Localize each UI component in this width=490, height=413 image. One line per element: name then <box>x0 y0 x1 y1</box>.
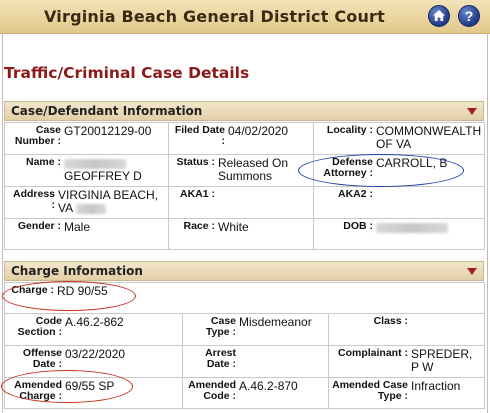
locality-value: COMMONWEALTH OF VA <box>376 124 482 151</box>
aka2-label: AKA2 : <box>337 188 373 200</box>
charge-section-header[interactable]: Charge Information <box>4 261 484 281</box>
case-type-value: Misdemeanor <box>239 315 312 329</box>
name-label: Name : <box>25 156 61 168</box>
section-title: Case/Defendant Information <box>11 104 203 118</box>
home-icon[interactable] <box>428 5 450 27</box>
case-section-header[interactable]: Case/Defendant Information <box>4 101 484 121</box>
right-border <box>487 34 488 413</box>
section-title: Charge Information <box>11 264 143 278</box>
offense-date-value: 03/22/2020 <box>65 347 126 361</box>
filed-date-value: 04/02/2020 <box>228 124 289 138</box>
charge-label: Charge : <box>11 284 54 296</box>
dob-label: DOB : <box>343 220 373 232</box>
name-value: GEOFFREY D <box>64 169 142 183</box>
charge-information-table: Charge : RD 90/55 Code Section : A.46.2-… <box>4 282 485 409</box>
help-icon[interactable]: ? <box>458 5 480 27</box>
court-title: Virginia Beach General District Court <box>44 7 385 26</box>
collapse-triangle-icon[interactable] <box>467 268 477 275</box>
case-type-label: Case Type : <box>205 315 236 338</box>
aka1-label: AKA1 : <box>179 188 215 200</box>
address-value: VIRGINIA BEACH, VA <box>58 188 159 215</box>
filed-date-label: Filed Date : <box>174 124 225 147</box>
amended-case-type-value: Infraction <box>411 379 461 393</box>
race-label: Race : <box>183 220 215 232</box>
code-section-value: A.46.2-862 <box>65 315 124 329</box>
amended-case-type-label: Amended Case Type : <box>332 379 408 402</box>
code-section-label: Code Section : <box>17 315 62 338</box>
app-header: Virginia Beach General District Court ? <box>0 0 490 34</box>
case-number-label: Case Number : <box>14 124 61 147</box>
status-label: Status : <box>176 156 215 168</box>
gender-label: Gender : <box>17 220 61 232</box>
race-value: White <box>218 220 249 234</box>
gender-value: Male <box>64 220 91 234</box>
amended-code-value: A.46.2-870 <box>239 379 298 393</box>
complainant-label: Complainant : <box>338 347 408 359</box>
defense-attorney-value: CARROLL, B <box>376 156 448 170</box>
status-value: Released On Summons <box>218 156 289 183</box>
arrest-date-label: Arrest Date : <box>205 347 236 370</box>
left-border <box>2 34 3 413</box>
case-defendant-table: Case Number : GT20012129-00 Filed Date :… <box>4 122 485 250</box>
name-field: GEOFFREY D <box>64 157 166 183</box>
home-glyph <box>433 10 445 21</box>
charge-value: RD 90/55 <box>57 284 108 298</box>
redacted-surname <box>64 158 126 169</box>
redacted-dob <box>376 222 448 233</box>
collapse-triangle-icon[interactable] <box>467 108 477 115</box>
amended-code-label: Amended Code : <box>188 379 236 402</box>
address-field: VIRGINIA BEACH, VA <box>58 189 166 215</box>
offense-date-label: Offense Date : <box>22 347 62 370</box>
page-title: Traffic/Criminal Case Details <box>4 64 250 82</box>
address-label: Address : <box>12 188 55 211</box>
locality-label: Locality : <box>326 124 373 136</box>
class-label: Class : <box>373 315 408 327</box>
redacted-zip <box>75 203 106 214</box>
dob-field <box>376 221 482 234</box>
amended-charge-label: Amended Charge : <box>14 379 62 402</box>
complainant-value: SPREDER, P W <box>411 347 473 374</box>
amended-charge-value: 69/55 SP <box>65 379 115 393</box>
defense-attorney-label: Defense Attorney : <box>323 156 373 179</box>
case-number-value: GT20012129-00 <box>64 124 152 138</box>
